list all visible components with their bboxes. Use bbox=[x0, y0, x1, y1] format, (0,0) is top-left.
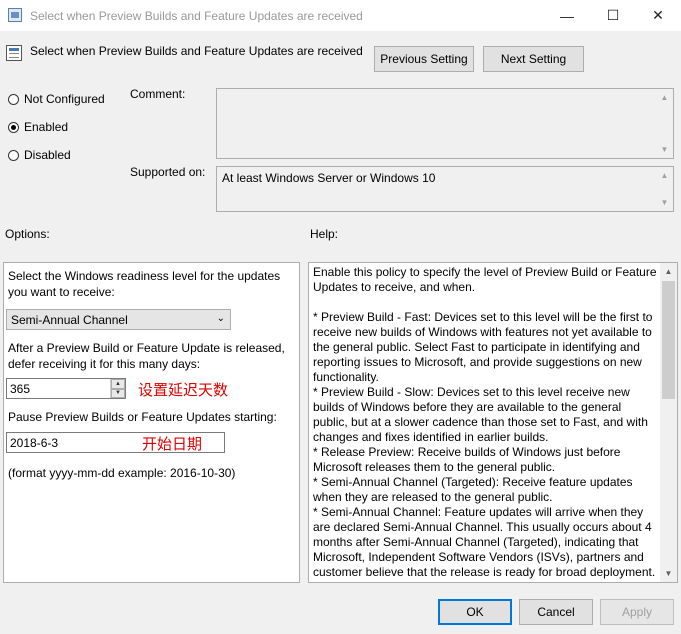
stepper-down-icon[interactable]: ▼ bbox=[111, 388, 125, 398]
next-setting-button[interactable]: Next Setting bbox=[483, 46, 584, 72]
radio-disabled[interactable]: Disabled bbox=[8, 148, 71, 162]
pause-annotation: 开始日期 bbox=[142, 435, 203, 453]
options-label: Options: bbox=[5, 227, 50, 241]
previous-setting-button[interactable]: Previous Setting bbox=[374, 46, 474, 72]
supported-value: At least Windows Server or Windows 10 bbox=[222, 171, 436, 185]
chevron-down-icon: ⌄ bbox=[216, 313, 225, 324]
readiness-label: Select the Windows readiness level for t… bbox=[8, 269, 281, 299]
scroll-thumb[interactable] bbox=[662, 281, 675, 399]
maximize-icon[interactable]: ☐ bbox=[590, 0, 636, 31]
supported-field: At least Windows Server or Windows 10 ▲ … bbox=[216, 166, 674, 212]
help-scrollbar[interactable]: ▲ ▼ bbox=[660, 263, 677, 582]
next-setting-label: Next Setting bbox=[500, 52, 567, 66]
policy-icon bbox=[8, 8, 22, 22]
help-label: Help: bbox=[310, 227, 339, 241]
pause-date-value: 2018-6-3 bbox=[10, 435, 59, 450]
scroll-down-icon[interactable]: ▼ bbox=[660, 565, 677, 582]
supported-label: Supported on: bbox=[130, 165, 206, 179]
stepper-buttons: ▲ ▼ bbox=[110, 379, 125, 398]
radio-circle bbox=[8, 149, 19, 161]
scroll-down-icon[interactable]: ▼ bbox=[656, 194, 673, 211]
title-bar: Select when Preview Builds and Feature U… bbox=[0, 0, 681, 31]
format-note: (format yyyy-mm-dd example: 2016-10-30) bbox=[8, 466, 236, 480]
scroll-up-icon[interactable]: ▲ bbox=[656, 89, 673, 106]
cancel-label: Cancel bbox=[537, 605, 575, 619]
minimize-icon[interactable]: — bbox=[544, 0, 590, 31]
readiness-dropdown[interactable]: Semi-Annual Channel ⌄ bbox=[6, 309, 231, 330]
apply-label: Apply bbox=[621, 605, 653, 619]
help-panel: Enable this policy to specify the level … bbox=[308, 262, 678, 583]
comment-scrollbar[interactable]: ▲ ▼ bbox=[656, 89, 673, 158]
readiness-value: Semi-Annual Channel bbox=[11, 312, 128, 327]
supported-scrollbar[interactable]: ▲ ▼ bbox=[656, 167, 673, 211]
scroll-up-icon[interactable]: ▲ bbox=[660, 263, 677, 280]
window-title: Select when Preview Builds and Feature U… bbox=[30, 9, 363, 23]
defer-label: After a Preview Build or Feature Update … bbox=[8, 341, 285, 371]
defer-annotation: 设置延迟天数 bbox=[138, 381, 229, 399]
stepper-up-icon[interactable]: ▲ bbox=[111, 379, 125, 389]
pause-label: Pause Preview Builds or Feature Updates … bbox=[8, 410, 277, 424]
apply-button[interactable]: Apply bbox=[600, 599, 674, 625]
options-panel: Select the Windows readiness level for t… bbox=[3, 262, 300, 583]
radio-label: Not Configured bbox=[24, 92, 105, 106]
comment-field[interactable]: ▲ ▼ bbox=[216, 88, 674, 159]
setting-icon bbox=[6, 45, 22, 61]
ok-label: OK bbox=[466, 605, 484, 619]
radio-enabled[interactable]: Enabled bbox=[8, 120, 68, 134]
comment-label: Comment: bbox=[130, 87, 186, 101]
scroll-down-icon[interactable]: ▼ bbox=[656, 141, 673, 158]
cancel-button[interactable]: Cancel bbox=[519, 599, 593, 625]
radio-label: Enabled bbox=[24, 120, 69, 134]
radio-circle bbox=[8, 93, 19, 105]
radio-label: Disabled bbox=[24, 148, 71, 162]
setting-title: Select when Preview Builds and Feature U… bbox=[30, 44, 363, 58]
defer-days-stepper[interactable]: 365 ▲ ▼ bbox=[6, 378, 126, 399]
previous-setting-label: Previous Setting bbox=[380, 52, 468, 66]
radio-circle-selected bbox=[8, 121, 19, 133]
close-icon[interactable]: ✕ bbox=[635, 0, 681, 31]
scroll-up-icon[interactable]: ▲ bbox=[656, 167, 673, 184]
ok-button[interactable]: OK bbox=[438, 599, 512, 625]
radio-not-configured[interactable]: Not Configured bbox=[8, 92, 105, 106]
help-text: Enable this policy to specify the level … bbox=[313, 265, 657, 579]
defer-days-value: 365 bbox=[10, 381, 31, 396]
